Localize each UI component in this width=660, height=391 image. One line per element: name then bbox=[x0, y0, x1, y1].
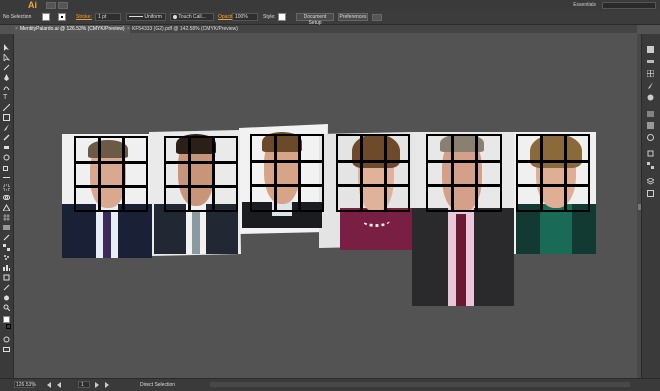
stroke-weight-field[interactable]: 1 pt bbox=[95, 13, 121, 21]
swatches-panel-icon[interactable] bbox=[647, 70, 654, 77]
grid-overlay-4[interactable] bbox=[336, 134, 410, 212]
search-input[interactable] bbox=[602, 2, 656, 9]
zoom-field[interactable]: 126.53% bbox=[14, 381, 36, 388]
blend-tool-icon[interactable] bbox=[3, 244, 10, 251]
tab-document-2[interactable]: × KF54333 (G2).pdf @ 142.58% (CMYK/Previ… bbox=[126, 25, 248, 33]
stroke-swatch[interactable] bbox=[58, 13, 66, 21]
mesh-tool-icon[interactable] bbox=[3, 214, 10, 221]
control-bar: No Selection Stroke: 1 pt Uniform Touch … bbox=[0, 11, 660, 26]
brushes-panel-icon[interactable] bbox=[647, 82, 654, 89]
align-icon[interactable] bbox=[372, 14, 382, 21]
opacity-field[interactable]: 100% bbox=[232, 13, 258, 21]
panel-dock bbox=[641, 34, 660, 378]
direct-selection-tool-icon[interactable] bbox=[3, 54, 10, 61]
artboard-tool-icon[interactable] bbox=[3, 274, 10, 281]
scale-tool-icon[interactable] bbox=[3, 164, 10, 171]
transparency-panel-icon[interactable] bbox=[647, 134, 654, 141]
last-artboard-icon[interactable] bbox=[104, 382, 110, 388]
selection-status: No Selection bbox=[3, 14, 32, 20]
tools-panel: T bbox=[0, 34, 14, 378]
brush-dropdown[interactable]: Touch Call... bbox=[170, 13, 214, 21]
preferences-button[interactable]: Preferences bbox=[338, 13, 368, 21]
gradient-panel-icon[interactable] bbox=[647, 122, 654, 129]
screen-mode-icon[interactable] bbox=[3, 346, 10, 353]
brush-label: Touch Call... bbox=[178, 14, 206, 20]
fill-swatch[interactable] bbox=[42, 13, 50, 21]
stroke-label[interactable]: Stroke: bbox=[76, 14, 92, 21]
line-tool-icon[interactable] bbox=[3, 104, 10, 111]
graphic-style-swatch[interactable] bbox=[278, 13, 286, 21]
free-transform-tool-icon[interactable] bbox=[3, 184, 10, 191]
document-tabs: × MentityPalardo.ai @ 126.53% (CMYK/Prev… bbox=[14, 25, 637, 33]
stroke-panel-icon[interactable] bbox=[647, 110, 654, 117]
canvas[interactable] bbox=[14, 34, 637, 378]
bridge-icon[interactable] bbox=[46, 2, 56, 9]
portrait-tie bbox=[456, 214, 466, 306]
symbols-panel-icon[interactable] bbox=[647, 94, 654, 101]
curvature-tool-icon[interactable] bbox=[3, 84, 10, 91]
stroke-profile-dropdown[interactable]: Uniform bbox=[126, 13, 166, 21]
artboard-number-field[interactable]: 1 bbox=[78, 381, 90, 388]
style-label: Style: bbox=[263, 14, 276, 20]
eyedropper-tool-icon[interactable] bbox=[3, 234, 10, 241]
current-tool-label: Direct Selection bbox=[140, 382, 176, 388]
grid-overlay-1[interactable] bbox=[74, 136, 148, 212]
tab-document-1[interactable]: × MentityPalardo.ai @ 126.53% (CMYK/Prev… bbox=[14, 25, 130, 33]
grid-overlay-5[interactable] bbox=[426, 134, 502, 212]
symbol-sprayer-tool-icon[interactable] bbox=[3, 254, 10, 261]
eraser-tool-icon[interactable] bbox=[3, 144, 10, 151]
stroke-color-icon[interactable] bbox=[6, 324, 11, 329]
document-setup-button[interactable]: Document Setup bbox=[296, 13, 334, 26]
previous-artboard-icon[interactable] bbox=[56, 382, 62, 388]
paintbrush-tool-icon[interactable] bbox=[3, 124, 10, 131]
slice-tool-icon[interactable] bbox=[3, 284, 10, 291]
app-logo: Ai bbox=[28, 0, 37, 10]
close-icon[interactable]: × bbox=[127, 25, 130, 33]
gradient-tool-icon[interactable] bbox=[3, 224, 10, 231]
shape-builder-tool-icon[interactable] bbox=[3, 194, 10, 201]
zoom-tool-icon[interactable] bbox=[3, 304, 10, 311]
magic-wand-tool-icon[interactable] bbox=[3, 64, 10, 71]
tab-label: MentityPalardo.ai @ 126.53% (CMYK/Previe… bbox=[20, 26, 125, 32]
width-tool-icon[interactable] bbox=[3, 174, 10, 181]
fill-color-icon[interactable] bbox=[3, 316, 10, 323]
drawing-mode-icon[interactable] bbox=[3, 336, 10, 343]
stroke-profile-label: Uniform bbox=[144, 14, 162, 20]
perspective-grid-tool-icon[interactable] bbox=[3, 204, 10, 211]
layers-panel-icon[interactable] bbox=[647, 178, 654, 185]
horizontal-scrollbar[interactable] bbox=[210, 382, 630, 387]
pencil-tool-icon[interactable] bbox=[3, 134, 10, 141]
close-icon[interactable]: × bbox=[15, 25, 18, 33]
workspace-switcher[interactable]: Essentials bbox=[573, 0, 596, 11]
type-tool-icon[interactable]: T bbox=[3, 94, 10, 101]
tab-label: KF54333 (G2).pdf @ 142.58% (CMYK/Preview… bbox=[132, 26, 238, 32]
arrange-documents-icon[interactable] bbox=[58, 2, 68, 9]
next-artboard-icon[interactable] bbox=[94, 382, 100, 388]
color-panel-icon[interactable] bbox=[647, 46, 654, 53]
pen-tool-icon[interactable] bbox=[3, 74, 10, 81]
column-graph-tool-icon[interactable] bbox=[3, 264, 10, 271]
application-bar: Ai Essentials bbox=[0, 0, 660, 11]
rotate-tool-icon[interactable] bbox=[3, 154, 10, 161]
graphic-styles-panel-icon[interactable] bbox=[647, 162, 654, 169]
grid-overlay-6[interactable] bbox=[516, 134, 590, 212]
selection-tool-icon[interactable] bbox=[3, 44, 10, 51]
grid-overlay-2[interactable] bbox=[164, 136, 238, 212]
artboards-panel-icon[interactable] bbox=[647, 190, 654, 197]
portrait-necklace bbox=[362, 214, 390, 227]
hand-tool-icon[interactable] bbox=[3, 294, 10, 301]
color-guide-icon[interactable] bbox=[647, 58, 654, 65]
rectangle-tool-icon[interactable] bbox=[3, 114, 10, 121]
appearance-panel-icon[interactable] bbox=[647, 150, 654, 157]
portrait-tie bbox=[103, 210, 111, 258]
portrait-tie bbox=[192, 210, 200, 254]
status-bar: 126.53% 1 Direct Selection bbox=[0, 378, 660, 391]
first-artboard-icon[interactable] bbox=[46, 382, 52, 388]
grid-overlay-3[interactable] bbox=[250, 134, 324, 212]
